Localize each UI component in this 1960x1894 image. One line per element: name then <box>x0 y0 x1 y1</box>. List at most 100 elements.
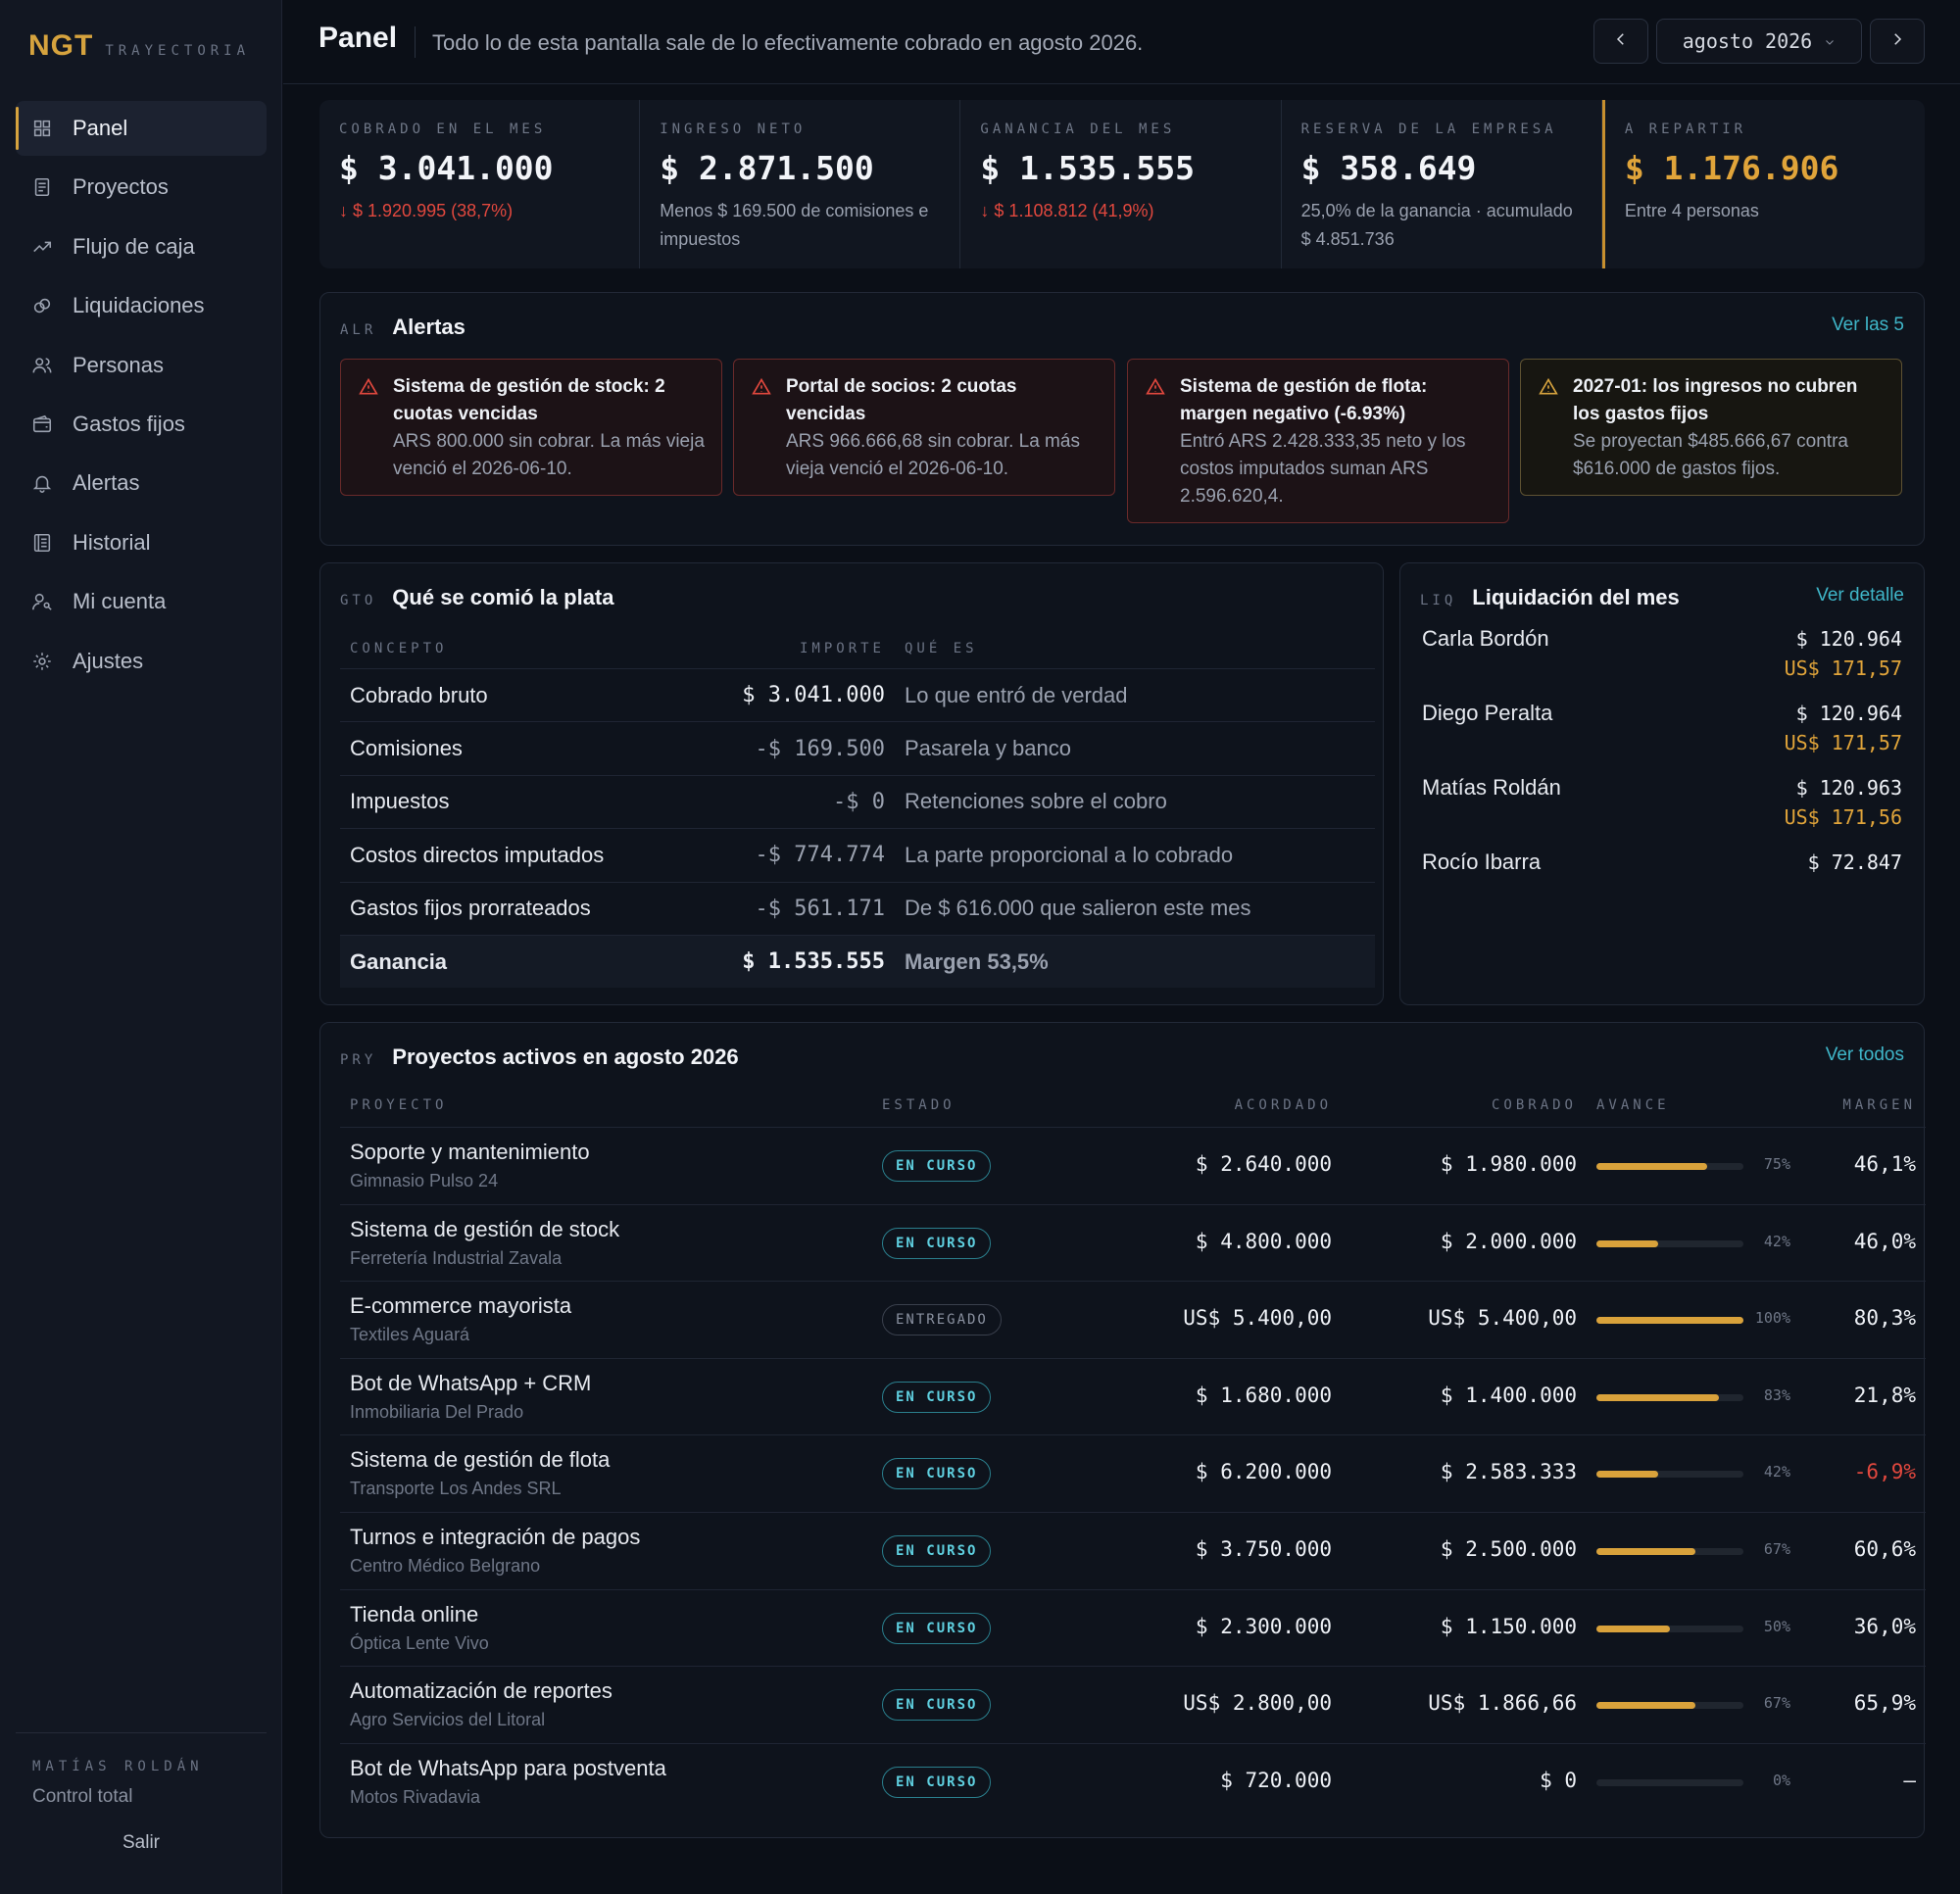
project-name[interactable]: Sistema de gestión de flota <box>350 1447 610 1473</box>
grid-icon <box>31 118 53 139</box>
progress-bar <box>1596 1239 1743 1247</box>
row-description: La parte proporcional a lo cobrado <box>905 842 1234 867</box>
project-client: Agro Servicios del Litoral <box>350 1710 546 1730</box>
project-name[interactable]: Tienda online <box>350 1602 478 1627</box>
table-row[interactable]: Bot de WhatsApp para postventa Motos Riva… <box>340 1742 1926 1821</box>
top-header: Panel Todo lo de esta pantalla sale de l… <box>283 0 1960 84</box>
project-name[interactable]: Automatización de reportes <box>350 1678 612 1704</box>
month-select-value: agosto 2026 <box>1682 29 1813 53</box>
amount-ars: $ 120.964 <box>1795 702 1902 725</box>
row-amount: -$ 774.774 <box>755 843 885 868</box>
row-amount: $ 3.041.000 <box>742 683 885 708</box>
alert-body: Entró ARS 2.428.333,35 neto y los costos… <box>1180 431 1466 507</box>
page-title: Panel <box>318 22 398 54</box>
sidebar-item-personas[interactable]: Personas <box>16 338 267 393</box>
margin-value: 80,3% <box>1853 1306 1916 1331</box>
table-row[interactable]: Bot de WhatsApp + CRM Inmobiliaria Del Pr… <box>340 1357 1926 1435</box>
row-amount: -$ 561.171 <box>755 896 885 921</box>
sidebar-item-panel[interactable]: Panel <box>16 101 267 156</box>
kpi-note: 25,0% de la ganancia · acumulado $ 4.851… <box>1300 201 1573 249</box>
table-row[interactable]: Tienda online Óptica Lente Vivo EN CURSO $ … <box>340 1588 1926 1667</box>
column-header-amount: IMPORTE <box>799 641 885 656</box>
sidebar-item-label: Mi cuenta <box>73 589 167 614</box>
project-name[interactable]: E-commerce mayorista <box>350 1293 571 1319</box>
month-select[interactable]: agosto 2026 <box>1656 19 1862 64</box>
status-badge: EN CURSO <box>882 1534 992 1567</box>
view-all-projects-link[interactable]: Ver todos <box>1826 1044 1904 1066</box>
table-row[interactable]: E-commerce mayorista Textiles Aguará ENTRE… <box>340 1281 1926 1358</box>
person-name: Matías Roldán <box>1422 775 1561 800</box>
brand[interactable]: NGT TRAYECTORIA <box>28 29 250 63</box>
panel-title: Alertas <box>392 315 466 339</box>
progress-label: 75% <box>1763 1155 1790 1173</box>
logout-button[interactable]: Salir <box>0 1832 282 1854</box>
sidebar-item-alertas[interactable]: Alertas <box>16 456 267 510</box>
chevron-down-icon <box>1824 29 1836 53</box>
amount-paid: $ 2.583.333 <box>1440 1460 1577 1484</box>
prev-month-button[interactable] <box>1593 19 1648 64</box>
amount-paid: $ 2.500.000 <box>1440 1536 1577 1561</box>
amount-agreed: $ 720.000 <box>1220 1768 1332 1792</box>
table-row[interactable]: Sistema de gestión de stock Ferretería In… <box>340 1203 1926 1282</box>
sidebar-item-gastos-fijos[interactable]: Gastos fijos <box>16 397 267 452</box>
sidebar-item-label: Ajustes <box>73 648 144 673</box>
row-concept: Cobrado bruto <box>350 682 488 707</box>
progress-label: 67% <box>1763 1539 1790 1558</box>
warning-triangle-icon <box>1539 377 1558 397</box>
kpi-label: RESERVA DE LA EMPRESA <box>1300 121 1557 137</box>
next-month-button[interactable] <box>1870 19 1925 64</box>
view-all-alerts-link[interactable]: Ver las 5 <box>1832 315 1904 336</box>
view-detail-link[interactable]: Ver detalle <box>1816 585 1904 607</box>
sidebar-item-ajustes[interactable]: Ajustes <box>16 634 267 689</box>
project-name[interactable]: Bot de WhatsApp para postventa <box>350 1756 666 1781</box>
project-client: Textiles Aguará <box>350 1325 470 1345</box>
wallet-icon <box>31 413 53 435</box>
progress-bar-fill <box>1596 1163 1707 1170</box>
alert-title: Sistema de gestión de stock: 2 cuotas ve… <box>393 376 665 424</box>
row-concept: Impuestos <box>350 789 450 814</box>
project-name[interactable]: Turnos e integración de pagos <box>350 1525 640 1550</box>
sidebar-item-liquidaciones[interactable]: Liquidaciones <box>16 278 267 333</box>
sidebar-item-proyectos[interactable]: Proyectos <box>16 160 267 215</box>
sidebar-item-label: Gastos fijos <box>73 411 185 436</box>
amount-paid: $ 1.150.000 <box>1440 1614 1577 1638</box>
amount-agreed: $ 2.640.000 <box>1195 1152 1332 1176</box>
kpi-note: Menos $ 169.500 de comisiones e impuesto… <box>660 201 929 249</box>
alert-card[interactable]: Sistema de gestión de stock: 2 cuotas ve… <box>340 359 722 496</box>
alert-card[interactable]: 2027-01: los ingresos no cubren los gast… <box>1520 359 1902 496</box>
sidebar-item-flujo-de-caja[interactable]: Flujo de caja <box>16 219 267 274</box>
kpi-value: $ 1.176.906 <box>1624 149 1839 187</box>
arrow-down-icon: ↓ <box>980 201 990 220</box>
amount-agreed: $ 4.800.000 <box>1195 1229 1332 1253</box>
alert-card[interactable]: Sistema de gestión de flota: margen nega… <box>1127 359 1509 523</box>
project-client: Motos Rivadavia <box>350 1786 481 1807</box>
column-header-agreed: ACORDADO <box>1234 1097 1332 1113</box>
sidebar-item-mi-cuenta[interactable]: Mi cuenta <box>16 574 267 629</box>
alerts-panel: ALR Alertas Ver las 5 Sistema de gestión… <box>319 292 1925 546</box>
chevron-left-icon <box>1612 30 1630 53</box>
project-name[interactable]: Sistema de gestión de stock <box>350 1217 619 1242</box>
alert-card[interactable]: Portal de socios: 2 cuotas vencidas ARS 9… <box>733 359 1115 496</box>
sidebar-item-label: Historial <box>73 529 151 555</box>
kpi-note: ↓ $ 1.108.812 (41,9%) <box>980 201 1154 220</box>
project-client: Transporte Los Andes SRL <box>350 1479 562 1499</box>
progress-bar-fill <box>1596 1317 1743 1325</box>
margin-value: -6,9% <box>1853 1460 1916 1484</box>
project-name[interactable]: Soporte y mantenimiento <box>350 1140 590 1165</box>
column-header-progress: AVANCE <box>1596 1097 1670 1113</box>
table-row[interactable]: Soporte y mantenimiento Gimnasio Pulso 24… <box>340 1127 1926 1204</box>
project-client: Gimnasio Pulso 24 <box>350 1171 499 1190</box>
project-name[interactable]: Bot de WhatsApp + CRM <box>350 1371 591 1396</box>
margin-value: 46,0% <box>1853 1229 1916 1253</box>
progress-bar <box>1596 1163 1743 1170</box>
status-badge: EN CURSO <box>882 1381 992 1413</box>
table-row[interactable]: Sistema de gestión de flota Transporte Lo… <box>340 1434 1926 1512</box>
status-badge: EN CURSO <box>882 1227 992 1259</box>
kpi-label: GANANCIA DEL MES <box>980 121 1176 137</box>
amount-agreed: $ 1.680.000 <box>1195 1383 1332 1407</box>
progress-bar <box>1596 1317 1743 1325</box>
table-row[interactable]: Turnos e integración de pagos Centro Médi… <box>340 1511 1926 1589</box>
sidebar-item-historial[interactable]: Historial <box>16 515 267 570</box>
table-row[interactable]: Automatización de reportes Agro Servicios… <box>340 1666 1926 1743</box>
margin-value: — <box>1903 1768 1916 1792</box>
